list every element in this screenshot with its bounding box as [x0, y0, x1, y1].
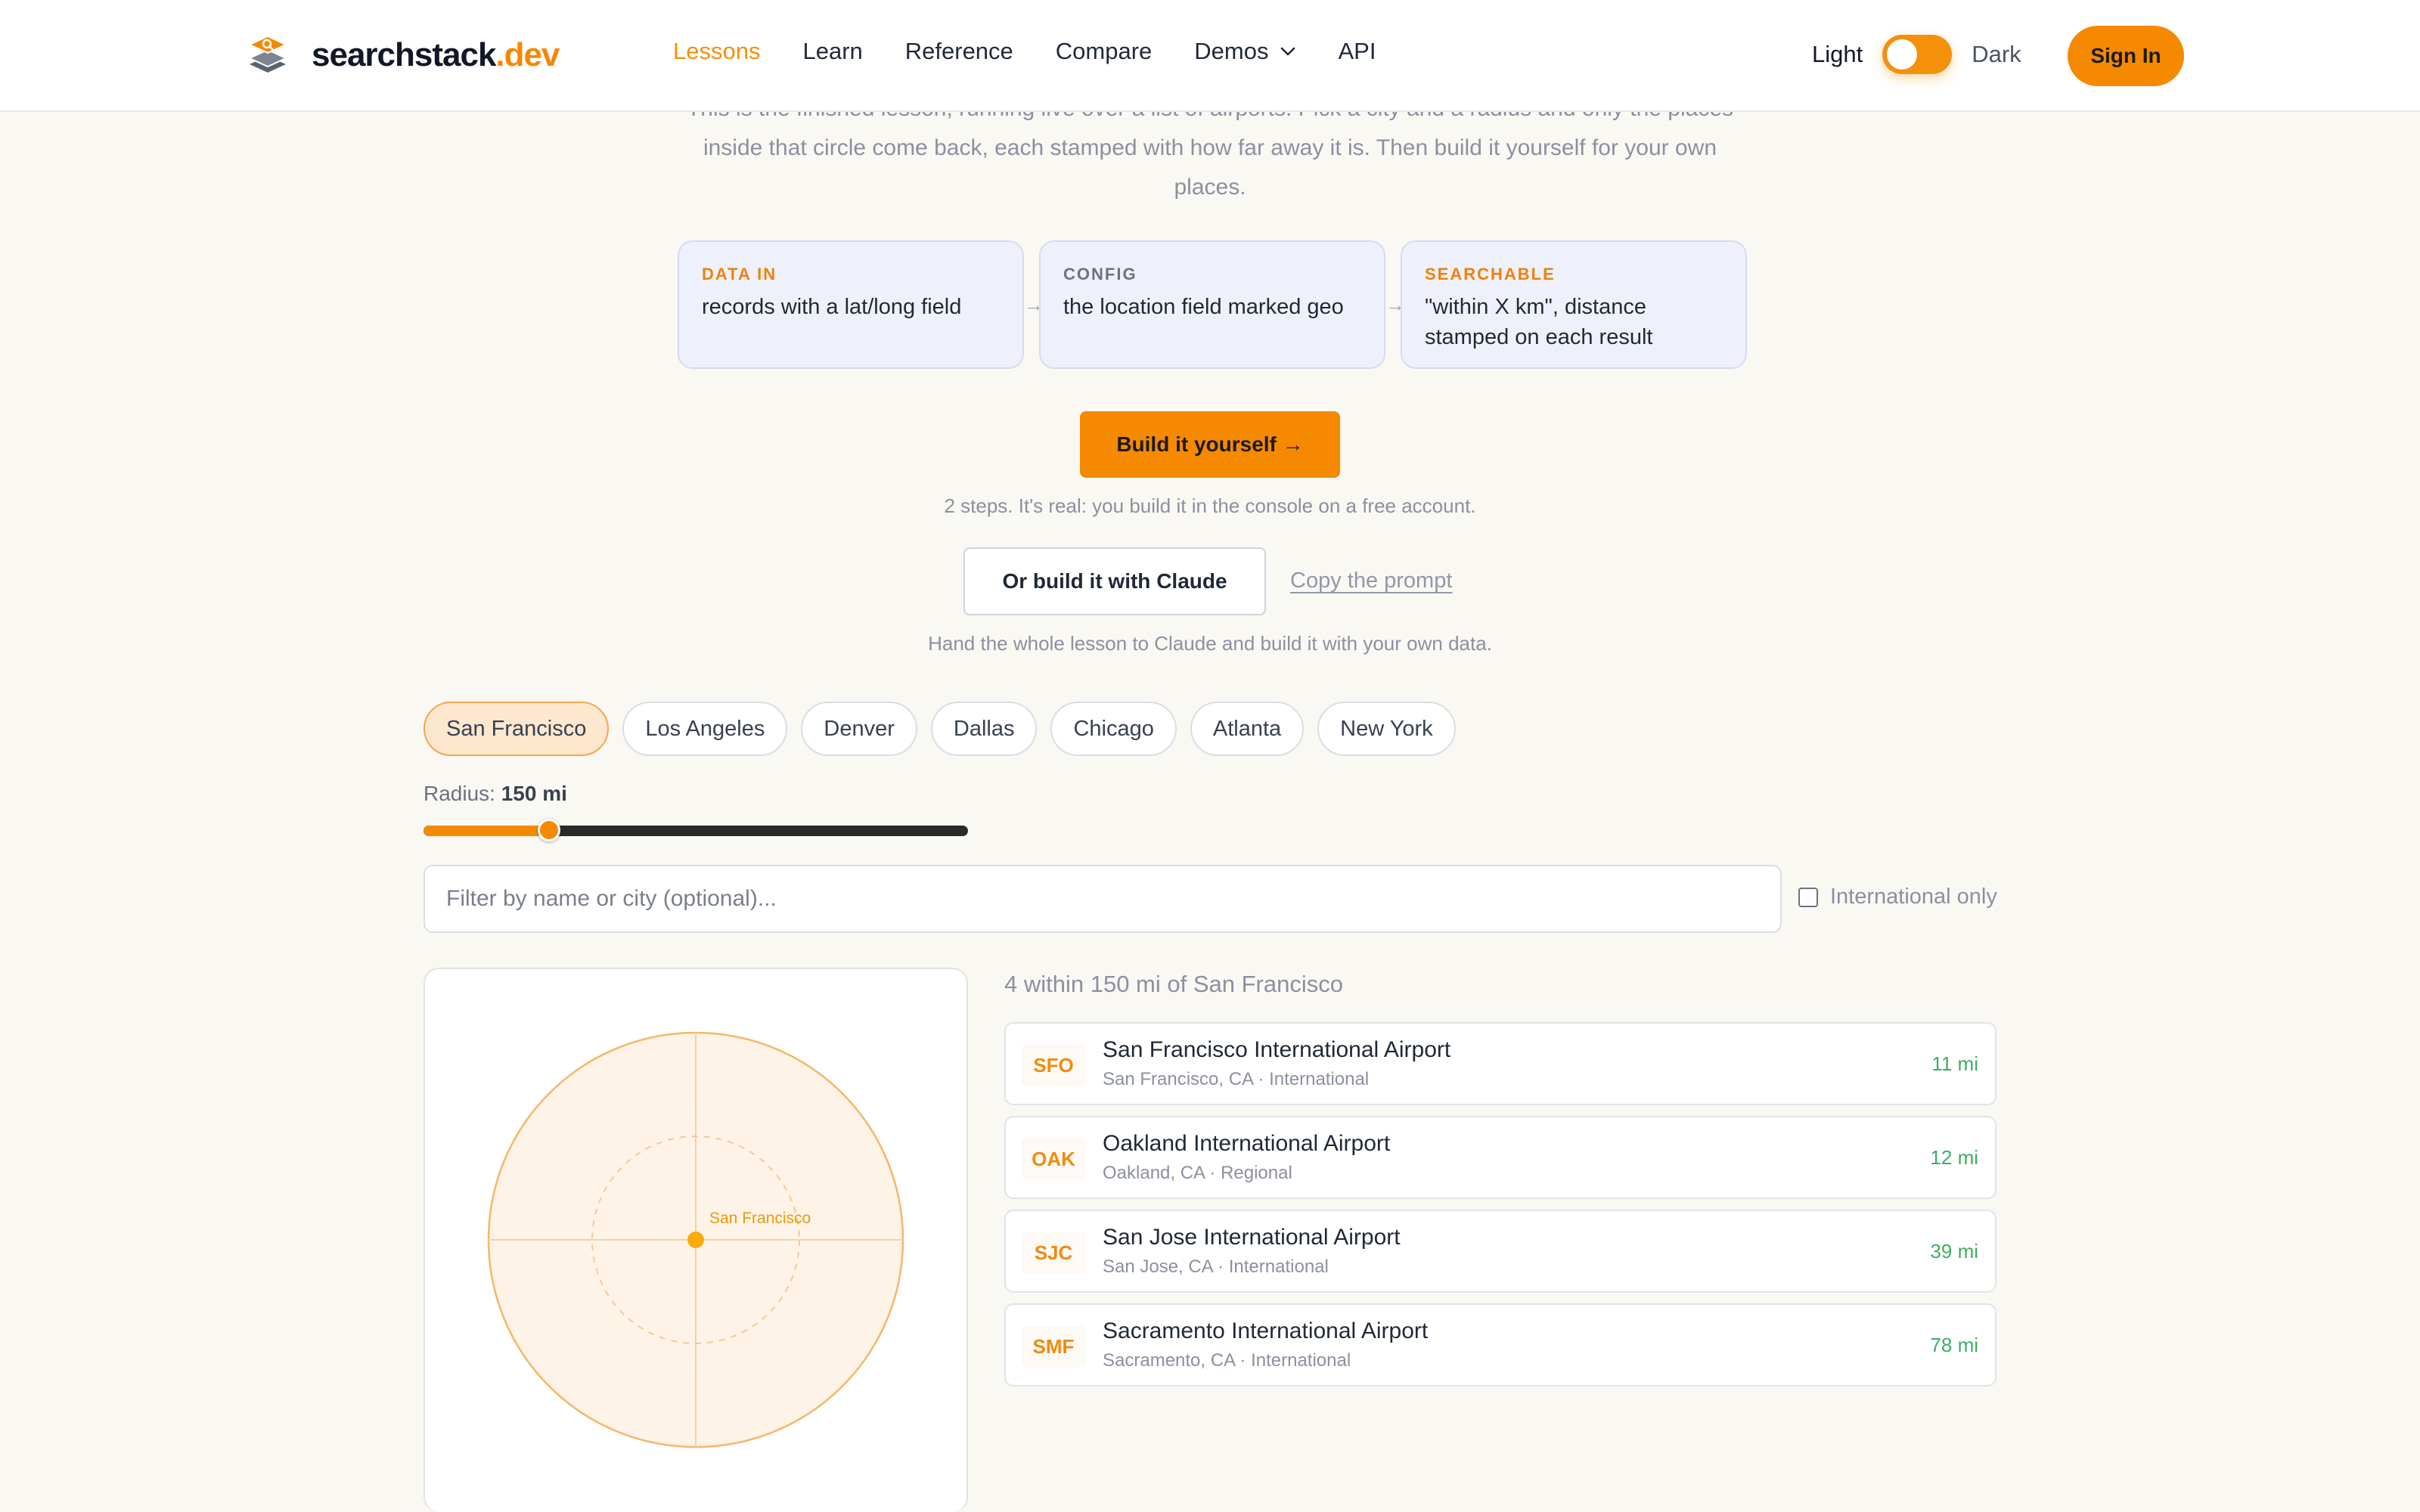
- city-chip-new-york[interactable]: New York: [1317, 702, 1456, 756]
- airport-name: San Jose International Airport: [1103, 1225, 1401, 1250]
- international-only-toggle[interactable]: International only: [1798, 885, 1997, 909]
- nav-learn[interactable]: Learn: [802, 38, 862, 65]
- airport-code: SMF: [1021, 1325, 1086, 1368]
- radius-label-text: Radius:: [424, 782, 495, 805]
- copy-prompt-link[interactable]: Copy the prompt: [1290, 569, 1452, 593]
- flow-card-data-in: DATA IN records with a lat/long field: [678, 240, 1024, 369]
- flow-text: the location field marked geo: [1063, 295, 1344, 319]
- airport-meta: San Francisco, CA · International: [1103, 1069, 1370, 1089]
- airport-distance: 11 mi: [1931, 1052, 1978, 1075]
- logo-text: searchstack.dev: [312, 36, 560, 74]
- radius-map: San Francisco: [424, 968, 968, 1512]
- arrow-right-icon: →: [1024, 293, 1044, 316]
- radius-label: Radius: 150 mi: [424, 782, 567, 806]
- build-with-claude-button[interactable]: Or build it with Claude: [963, 547, 1266, 615]
- airport-code: OAK: [1021, 1138, 1086, 1180]
- flow-card-searchable: SEARCHABLE "within X km", distance stamp…: [1401, 240, 1747, 369]
- radius-map-svg: San Francisco: [487, 1031, 904, 1448]
- result-row[interactable]: SJC San Jose International Airport San J…: [1004, 1210, 1996, 1293]
- chevron-down-icon: [1280, 47, 1295, 56]
- radius-slider[interactable]: [424, 819, 968, 841]
- airport-code: SJC: [1021, 1232, 1086, 1274]
- toggle-knob: [1887, 39, 1918, 70]
- main-nav: Lessons Learn Reference Compare Demos AP…: [673, 38, 1376, 65]
- nav-api[interactable]: API: [1339, 38, 1376, 65]
- international-only-checkbox[interactable]: [1798, 887, 1818, 907]
- airport-meta: Oakland, CA · Regional: [1103, 1163, 1292, 1183]
- city-chip-chicago[interactable]: Chicago: [1050, 702, 1177, 756]
- slider-thumb[interactable]: [538, 819, 560, 841]
- flow-tag: CONFIG: [1063, 265, 1137, 284]
- city-chip-san-francisco[interactable]: San Francisco: [424, 702, 610, 756]
- nav-lessons[interactable]: Lessons: [673, 38, 760, 65]
- city-chip-los-angeles[interactable]: Los Angeles: [622, 702, 788, 756]
- flow-card-config: CONFIG the location field marked geo: [1039, 240, 1385, 369]
- flow-text: "within X km", distance stamped on each …: [1425, 295, 1653, 349]
- airport-meta: Sacramento, CA · International: [1103, 1350, 1351, 1371]
- flow-text: records with a lat/long field: [702, 295, 962, 319]
- airport-code: SFO: [1021, 1044, 1086, 1086]
- logo-accent-text: .dev: [495, 36, 560, 73]
- results-count: 4 within 150 mi of San Francisco: [1004, 971, 1343, 997]
- results-list: SFO San Francisco International Airport …: [1004, 1022, 1996, 1397]
- theme-light-label: Light: [1812, 41, 1863, 67]
- radius-value: 150 mi: [501, 782, 567, 805]
- nav-reference[interactable]: Reference: [905, 38, 1013, 65]
- airport-name: Sacramento International Airport: [1103, 1318, 1429, 1343]
- slider-fill: [424, 826, 549, 836]
- claude-note: Hand the whole lesson to Claude and buil…: [928, 632, 1492, 655]
- arrow-right-icon: →: [1385, 293, 1405, 316]
- international-only-label: International only: [1830, 885, 1997, 909]
- airport-name: San Francisco International Airport: [1103, 1037, 1451, 1062]
- city-chip-denver[interactable]: Denver: [801, 702, 917, 756]
- flow-tag: SEARCHABLE: [1425, 265, 1556, 284]
- nav-demos-label: Demos: [1194, 38, 1269, 64]
- theme-dark-label: Dark: [1972, 41, 2021, 67]
- airport-distance: 12 mi: [1930, 1146, 1978, 1169]
- flow-tag: DATA IN: [702, 265, 777, 284]
- filter-input[interactable]: [424, 865, 1782, 933]
- stack-logo-icon: [247, 35, 288, 73]
- city-selector: San Francisco Los Angeles Denver Dallas …: [424, 702, 1456, 756]
- city-chip-dallas[interactable]: Dallas: [930, 702, 1038, 756]
- build-note: 2 steps. It's real: you build it in the …: [944, 494, 1476, 517]
- site-logo[interactable]: searchstack.dev: [247, 33, 560, 77]
- center-city-label: San Francisco: [709, 1210, 811, 1227]
- logo-main-text: searchstack: [312, 36, 496, 73]
- result-row[interactable]: SMF Sacramento International Airport Sac…: [1004, 1303, 1996, 1387]
- theme-switcher: Light Dark: [1812, 35, 2021, 74]
- nav-demos-dropdown[interactable]: Demos: [1194, 38, 1295, 65]
- nav-compare[interactable]: Compare: [1056, 38, 1153, 65]
- result-row[interactable]: OAK Oakland International Airport Oaklan…: [1004, 1116, 1996, 1199]
- data-flow-diagram: DATA IN records with a lat/long field → …: [678, 240, 1747, 369]
- center-marker: [687, 1232, 704, 1248]
- airport-name: Oakland International Airport: [1103, 1131, 1391, 1156]
- airport-distance: 39 mi: [1930, 1240, 1978, 1263]
- build-it-yourself-button[interactable]: Build it yourself →: [1080, 411, 1340, 478]
- result-row[interactable]: SFO San Francisco International Airport …: [1004, 1022, 1996, 1105]
- top-nav-bar: searchstack.dev Lessons Learn Reference …: [0, 0, 2420, 112]
- airport-distance: 78 mi: [1930, 1334, 1978, 1356]
- sign-in-button[interactable]: Sign In: [2068, 26, 2184, 86]
- theme-toggle[interactable]: [1882, 35, 1953, 74]
- airport-meta: San Jose, CA · International: [1103, 1256, 1329, 1277]
- city-chip-atlanta[interactable]: Atlanta: [1190, 702, 1305, 756]
